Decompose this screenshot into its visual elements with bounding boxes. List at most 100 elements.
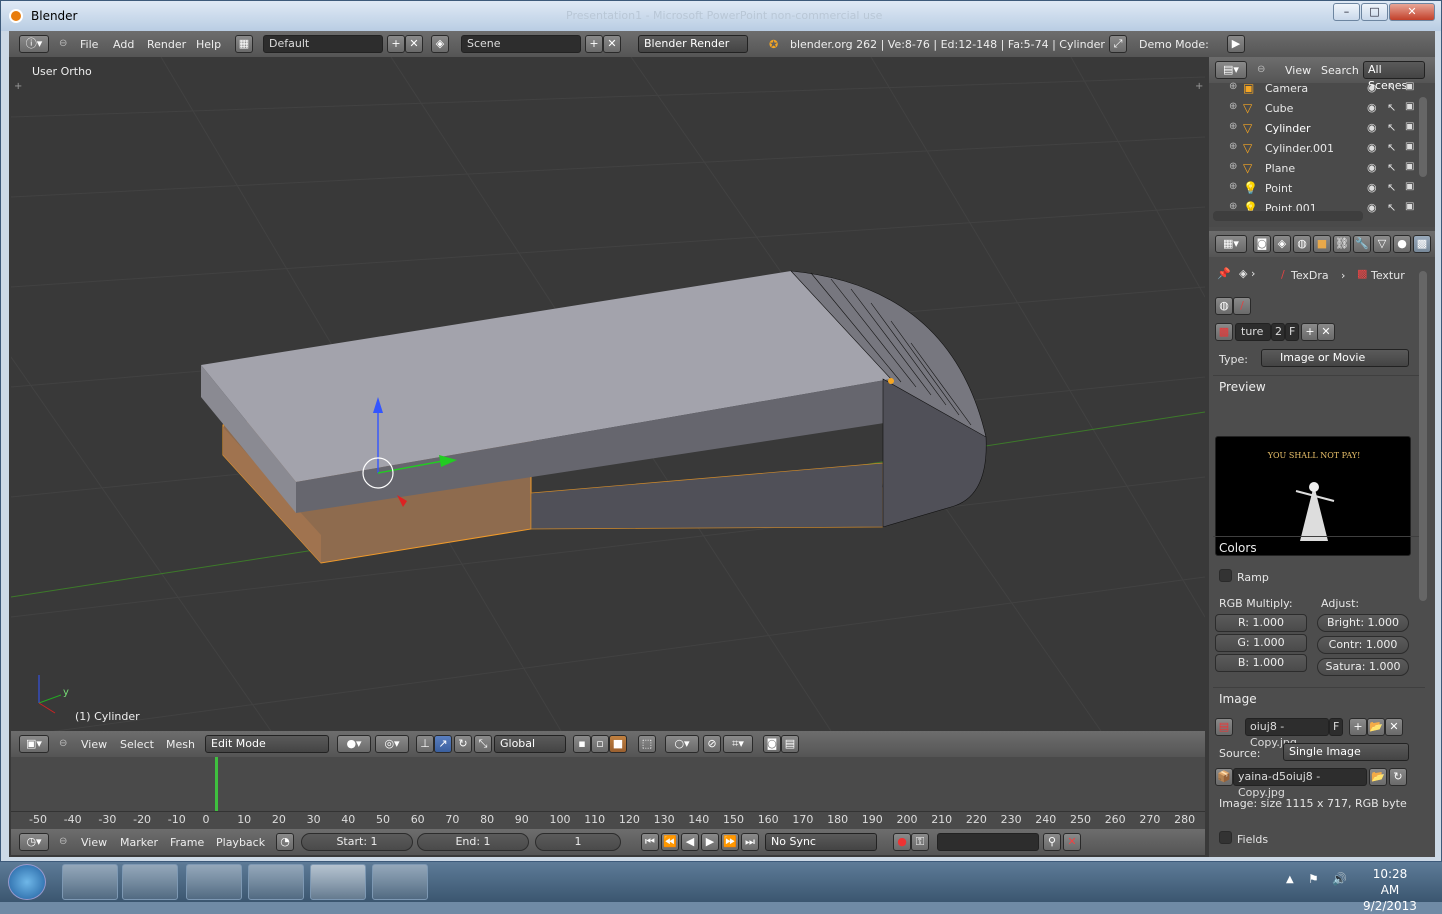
snap-element-select[interactable]: ⌗▾ — [723, 735, 753, 753]
expand-icon[interactable]: ⊕ — [1229, 121, 1237, 132]
outliner-row[interactable]: ⊕ ▣ Camera ◉ ↖ ▣ — [1209, 79, 1419, 99]
outliner-menu-search[interactable]: Search — [1321, 64, 1359, 77]
image-panel-header[interactable]: Image — [1213, 687, 1425, 707]
tray-volume-icon[interactable]: 🔊 — [1332, 872, 1347, 886]
pack-image-icon[interactable]: 📦 — [1215, 768, 1233, 786]
outliner-display-select[interactable]: All Scenes — [1363, 61, 1425, 92]
filepath-browse-icon[interactable]: 📂 — [1369, 768, 1387, 786]
taskbar-firefox-icon[interactable] — [186, 864, 242, 900]
face-select-mode-icon[interactable]: ■ — [609, 735, 627, 753]
scene-icon[interactable]: ◈ — [431, 35, 449, 53]
menu-add[interactable]: Add — [113, 38, 134, 51]
keying-set-field[interactable] — [937, 833, 1039, 851]
taskbar-chrome-icon[interactable] — [248, 864, 304, 900]
taskbar-virtualbox-icon[interactable] — [122, 864, 178, 900]
selectable-cursor-icon[interactable]: ↖ — [1387, 81, 1396, 94]
preview-range-icon[interactable]: ◔ — [276, 833, 294, 851]
reload-image-icon[interactable]: ↻ — [1389, 768, 1407, 786]
outliner[interactable]: ▤▾ ⊖ View Search All Scenes ⊕ ▣ Camera ◉ ↖ ▣ ⊕… — [1209, 57, 1435, 227]
prev-keyframe-icon[interactable]: ⏪ — [661, 833, 679, 851]
menu-render[interactable]: Render — [147, 38, 186, 51]
close-button[interactable]: ✕ — [1389, 3, 1435, 21]
world-tab-icon[interactable]: ◍ — [1293, 235, 1311, 253]
image-open-button[interactable]: 📂 — [1367, 718, 1385, 736]
tray-network-icon[interactable]: ⚑ — [1308, 872, 1319, 886]
jump-start-icon[interactable]: ⏮ — [641, 833, 659, 851]
selectable-cursor-icon[interactable]: ↖ — [1387, 161, 1396, 174]
timeline-ruler[interactable]: -50 -40 -30 -20 -10 0 10 20 30 40 50 60 70 80 90 100 110… — [11, 811, 1205, 827]
outliner-row[interactable]: ⊕ ▽ Plane ◉ ↖ ▣ — [1209, 159, 1419, 179]
visibility-eye-icon[interactable]: ◉ — [1367, 201, 1377, 214]
outliner-row[interactable]: ⊕ 💡 Point ◉ ↖ ▣ — [1209, 179, 1419, 199]
outliner-item-label[interactable]: Point — [1265, 182, 1292, 195]
viewport-canvas[interactable] — [11, 57, 1205, 731]
manipulator-toggle-icon[interactable]: ⊥ — [416, 735, 434, 753]
editor-type-timeline-button[interactable]: ◷▾ — [19, 833, 49, 851]
renderable-camera-icon[interactable]: ▣ — [1405, 181, 1414, 192]
render-tab-icon[interactable]: ◙ — [1253, 235, 1271, 253]
texture-name-field[interactable]: ture — [1235, 323, 1271, 341]
menu-view[interactable]: View — [81, 738, 107, 751]
record-icon[interactable]: ● — [893, 833, 911, 851]
translate-manipulator-icon[interactable]: ↗ — [434, 735, 452, 753]
renderable-camera-icon[interactable]: ▣ — [1405, 201, 1414, 212]
collapse-icon[interactable]: ⊖ — [59, 38, 67, 49]
texture-world-icon[interactable]: ◍ — [1215, 297, 1233, 315]
tray-arrow-icon[interactable]: ▲ — [1286, 874, 1294, 885]
ramp-checkbox[interactable] — [1219, 569, 1232, 582]
breadcrumb-texdraw[interactable]: TexDra — [1291, 269, 1329, 282]
editor-type-3d-button[interactable]: ▣▾ — [19, 735, 49, 753]
b-multiply-field[interactable]: B: 1.000 — [1215, 654, 1307, 672]
play-demo-button[interactable]: ▶ — [1227, 35, 1245, 53]
texture-users-field[interactable]: 2 — [1271, 323, 1285, 341]
outliner-row[interactable]: ⊕ ▽ Cube ◉ ↖ ▣ — [1209, 99, 1419, 119]
transform-orientation-select[interactable]: Global — [494, 735, 566, 753]
breadcrumb-texture[interactable]: Textur — [1371, 269, 1405, 282]
fields-checkbox[interactable] — [1219, 831, 1232, 844]
editor-type-properties-button[interactable]: ▦▾ — [1215, 235, 1247, 253]
image-filepath-field[interactable]: yaina-d5oiuj8 - Copy.jpg — [1233, 768, 1367, 799]
texture-type-select[interactable]: Image or Movie — [1261, 349, 1409, 367]
scene-remove-button[interactable]: ✕ — [603, 35, 621, 53]
expand-icon[interactable]: ⊕ — [1229, 161, 1237, 172]
render-engine-select[interactable]: Blender Render — [638, 35, 748, 53]
next-keyframe-icon[interactable]: ⏩ — [721, 833, 739, 851]
selectable-cursor-icon[interactable]: ↖ — [1387, 181, 1396, 194]
menu-help[interactable]: Help — [196, 38, 221, 51]
scale-manipulator-icon[interactable]: ⤡ — [474, 735, 492, 753]
proportional-edit-select[interactable]: ○▾ — [665, 735, 699, 753]
collapse-outliner-icon[interactable]: ⊖ — [1257, 64, 1265, 75]
image-unlink-button[interactable]: ✕ — [1385, 718, 1403, 736]
toolshelf-toggle-icon[interactable]: + — [14, 81, 22, 92]
editor-type-button[interactable]: ⓘ▾ — [19, 35, 49, 53]
contrast-field[interactable]: Contr: 1.000 — [1317, 636, 1409, 654]
editor-type-outliner-button[interactable]: ▤▾ — [1215, 61, 1247, 79]
system-clock[interactable]: 10:28 AM 9/2/2013 — [1362, 866, 1418, 914]
visibility-eye-icon[interactable]: ◉ — [1367, 121, 1377, 134]
play-icon[interactable]: ▶ — [701, 833, 719, 851]
preview-panel-header[interactable]: Preview — [1213, 375, 1425, 395]
object-tab-icon[interactable]: ■ — [1313, 235, 1331, 253]
viewport-shading-select[interactable]: ●▾ — [337, 735, 371, 753]
menu-file[interactable]: File — [80, 38, 98, 51]
outliner-item-label[interactable]: Cylinder.001 — [1265, 142, 1334, 155]
expand-icon[interactable]: ⊕ — [1229, 181, 1237, 192]
edge-select-mode-icon[interactable]: ▫ — [591, 735, 609, 753]
start-button[interactable] — [8, 864, 46, 900]
saturation-field[interactable]: Satura: 1.000 — [1317, 658, 1409, 676]
3d-viewport[interactable]: y User Ortho (1) Cylinder + + — [11, 57, 1205, 731]
bright-field[interactable]: Bright: 1.000 — [1317, 614, 1409, 632]
texture-brush-icon[interactable]: / — [1233, 297, 1251, 315]
data-tab-icon[interactable]: ▽ — [1373, 235, 1391, 253]
image-new-button[interactable]: + — [1349, 718, 1367, 736]
renderable-camera-icon[interactable]: ▣ — [1405, 121, 1414, 132]
selectable-cursor-icon[interactable]: ↖ — [1387, 121, 1396, 134]
properties-toggle-icon[interactable]: + — [1195, 81, 1203, 92]
texture-fake-user-button[interactable]: F — [1285, 323, 1299, 341]
current-frame-marker[interactable] — [215, 757, 218, 811]
properties-editor[interactable]: ▦▾ ◙ ◈ ◍ ■ ⛓ 🔧 ▽ ● ▩ 📌 ◈ › / TexDra › ▩ … — [1209, 231, 1435, 857]
colors-panel-header[interactable]: Colors — [1213, 536, 1425, 556]
occlude-geometry-icon[interactable]: ⬚ — [638, 735, 656, 753]
mode-select[interactable]: Edit Mode — [205, 735, 329, 753]
pin-icon[interactable]: 📌 — [1217, 267, 1231, 280]
